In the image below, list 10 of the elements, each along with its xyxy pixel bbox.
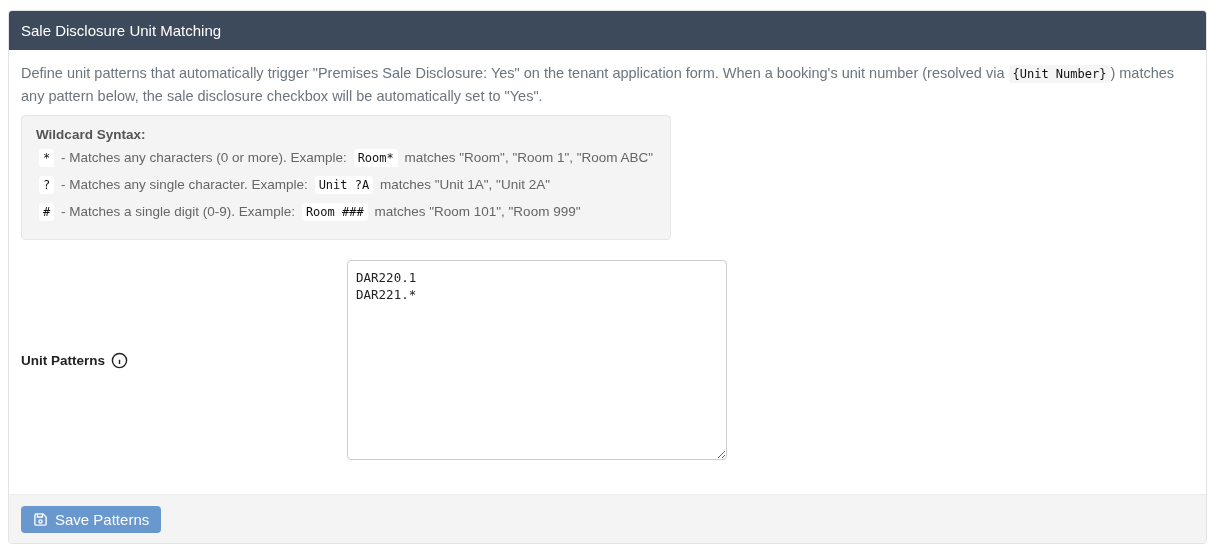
description-text: Define unit patterns that automatically trigger "Premises Sale Disclosure: Yes" on the tenant application form. When a booking's unit number (resolved via {Unit Number} ) matches any pattern below, the sale disclosure checkbox will be automatically set to "Yes". [21,64,1176,106]
field-label: Unit Patterns [21,352,105,368]
syntax-title: Wildcard Syntax: [36,127,147,142]
syntax-rule: # - Matches a single digit (0-9). Example: Room ### matches "Room 101", "Room 999" [36,202,656,222]
syntax-rule: * - Matches any characters (0 or more). Example: Room* matches "Room", "Room 1", "Room ABC" [36,148,656,168]
card-header: Sale Disclosure Unit Matching [9,11,1206,50]
syntax-rule: ? - Matches any single character. Example: Unit ?A matches "Unit 1A", "Unit 2A" [36,175,656,195]
info-icon[interactable] [111,351,128,369]
save-icon [33,512,48,527]
patterns-field[interactable]: DAR220.1 DAR221.* [347,260,727,460]
